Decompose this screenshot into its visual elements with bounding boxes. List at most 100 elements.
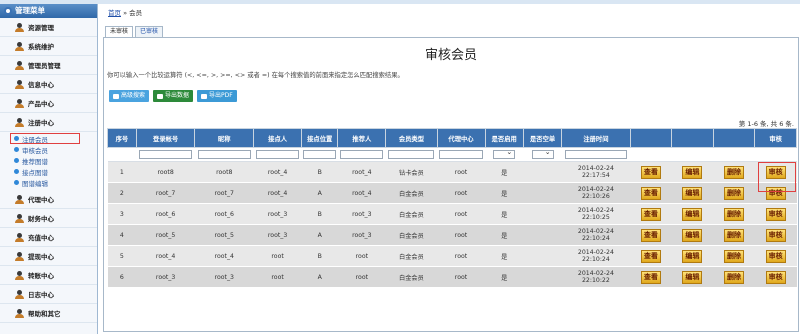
edit-button[interactable]: 编辑 bbox=[682, 249, 703, 263]
search-icon bbox=[113, 93, 119, 99]
cell-date: 2014-02-24 bbox=[577, 186, 614, 193]
cell-clock: 22:17:54 bbox=[582, 172, 610, 179]
action-cell: 查看 bbox=[630, 161, 672, 183]
sidebar-item[interactable]: 信息中心 bbox=[0, 75, 97, 94]
sidebar-item[interactable]: 财务中心 bbox=[0, 209, 97, 228]
edit-button[interactable]: 编辑 bbox=[682, 186, 703, 200]
sidebar-item[interactable]: 转账中心 bbox=[0, 266, 97, 285]
audit-button[interactable]: 审核 bbox=[765, 228, 786, 242]
view-button[interactable]: 查看 bbox=[640, 228, 661, 242]
export-data-button[interactable]: 导出数据 bbox=[153, 90, 194, 102]
cell-empty bbox=[523, 224, 562, 246]
action-cell: 查看 bbox=[630, 203, 672, 225]
nick-filter-input[interactable] bbox=[197, 150, 251, 159]
cloud-icon bbox=[201, 93, 208, 99]
cell-enabled: 是 bbox=[485, 182, 524, 204]
filter-cell bbox=[630, 147, 672, 162]
contact-filter-input[interactable] bbox=[256, 150, 300, 159]
agent-filter-input[interactable] bbox=[439, 150, 483, 159]
sidebar-item[interactable]: 管理员管理 bbox=[0, 56, 97, 75]
table-header-row: 序号 登录帐号 昵称 接点人 接点位置 推荐人 会员类型 代理中心 是否启用 是否空单 注册时间 审核 bbox=[107, 128, 797, 148]
advanced-search-button[interactable]: 高级搜索 bbox=[109, 90, 150, 102]
sidebar-sub-item[interactable]: 图谱编辑 bbox=[0, 177, 97, 188]
time-filter-input[interactable] bbox=[565, 150, 627, 159]
edit-button[interactable]: 编辑 bbox=[682, 270, 703, 284]
edit-button[interactable]: 编辑 bbox=[682, 165, 703, 179]
filter-cell bbox=[337, 147, 386, 162]
cell-contact: root_4 bbox=[253, 182, 302, 204]
sidebar-item[interactable]: 充值中心 bbox=[0, 228, 97, 247]
column-header: 登录帐号 bbox=[135, 128, 196, 148]
user-icon bbox=[15, 270, 24, 280]
delete-button[interactable]: 删除 bbox=[724, 186, 745, 200]
filter-cell bbox=[561, 147, 631, 162]
cell-contact: root_3 bbox=[253, 224, 302, 246]
view-button[interactable]: 查看 bbox=[640, 207, 661, 221]
cell-nick: root_3 bbox=[194, 266, 254, 288]
cell-pos: B bbox=[301, 161, 338, 183]
sidebar-item[interactable]: 提现中心 bbox=[0, 247, 97, 266]
position-filter-input[interactable] bbox=[303, 150, 337, 159]
sidebar-item[interactable]: 日志中心 bbox=[0, 285, 97, 304]
audit-button[interactable]: 审核 bbox=[765, 249, 786, 263]
sidebar-sub-item-label: 接点图谱 bbox=[22, 168, 48, 177]
view-button[interactable]: 查看 bbox=[640, 186, 661, 200]
breadcrumb-home-link[interactable]: 首页 bbox=[108, 9, 121, 17]
delete-button[interactable]: 删除 bbox=[724, 207, 745, 221]
table-row: 2 root_7 root_7 root_4 Aroot_4 白金会员 root 是 2014-… bbox=[107, 182, 797, 204]
action-cell: 查看 bbox=[630, 266, 672, 288]
sidebar-item[interactable]: 产品中心 bbox=[0, 94, 97, 113]
cell-empty bbox=[523, 161, 562, 183]
referrer-filter-input[interactable] bbox=[340, 150, 384, 159]
enabled-filter-select[interactable] bbox=[493, 148, 516, 159]
edit-button[interactable]: 编辑 bbox=[682, 228, 703, 242]
sidebar-item[interactable]: 代理中心 bbox=[0, 190, 97, 209]
bullet-icon bbox=[14, 169, 19, 174]
members-table: 序号 登录帐号 昵称 接点人 接点位置 推荐人 会员类型 代理中心 是否启用 是否空单 注册时间 审核 bbox=[107, 128, 797, 288]
toolbar: 高级搜索 导出数据 导出PDF bbox=[109, 90, 237, 102]
export-pdf-button[interactable]: 导出PDF bbox=[197, 90, 237, 102]
audit-button[interactable]: 审核 bbox=[765, 270, 786, 284]
sidebar-header-label: 管理菜单 bbox=[15, 6, 45, 15]
column-header: 推荐人 bbox=[337, 128, 387, 148]
cell-enabled: 是 bbox=[485, 224, 524, 246]
sidebar-sub-item[interactable]: 注册会员 bbox=[10, 133, 80, 144]
sidebar-header[interactable]: 管理菜单 bbox=[0, 4, 97, 18]
sidebar-sub-item[interactable]: 接点图谱 bbox=[0, 166, 97, 177]
cell-account: root_4 bbox=[136, 245, 195, 267]
cell-account: root_6 bbox=[136, 203, 195, 225]
table-row: 4 root_5 root_5 root_3 Aroot_3 白金会员 root 是 2014-… bbox=[107, 224, 797, 246]
sidebar-item[interactable]: 注册中心 bbox=[0, 113, 97, 132]
account-filter-input[interactable] bbox=[139, 150, 193, 159]
breadcrumb-current: 会员 bbox=[129, 9, 143, 17]
type-filter-input[interactable] bbox=[388, 150, 435, 159]
action-cell: 编辑 bbox=[671, 266, 714, 288]
cell-referrer: root_3 bbox=[337, 224, 386, 246]
sidebar-item-label: 注册中心 bbox=[28, 119, 54, 127]
sidebar-item[interactable]: 系统维护 bbox=[0, 37, 97, 56]
action-cell: 编辑 bbox=[671, 161, 714, 183]
empty-filter-select[interactable] bbox=[531, 148, 554, 159]
edit-button[interactable]: 编辑 bbox=[682, 207, 703, 221]
delete-button[interactable]: 删除 bbox=[724, 228, 745, 242]
tab-audited[interactable]: 已审核 bbox=[135, 26, 164, 37]
view-button[interactable]: 查看 bbox=[640, 165, 661, 179]
sidebar-item[interactable]: 帮助和其它 bbox=[0, 304, 97, 323]
breadcrumb: 首页 » 会员 bbox=[108, 7, 142, 17]
filter-cell bbox=[437, 147, 485, 162]
delete-button[interactable]: 删除 bbox=[724, 249, 745, 263]
cell-account: root8 bbox=[136, 161, 195, 183]
delete-button[interactable]: 删除 bbox=[724, 270, 745, 284]
sidebar-sub-item[interactable]: 推荐图谱 bbox=[0, 155, 97, 166]
tab-unaudited[interactable]: 未审核 bbox=[105, 26, 134, 37]
audit-button[interactable]: 审核 bbox=[765, 207, 786, 221]
sidebar-item[interactable]: 资源管理 bbox=[0, 18, 97, 37]
action-cell: 审核 bbox=[754, 203, 797, 225]
view-button[interactable]: 查看 bbox=[640, 270, 661, 284]
sidebar-sub-item[interactable]: 审核会员 bbox=[0, 144, 97, 155]
column-header: 会员类型 bbox=[385, 128, 438, 148]
sidebar-item-label: 财务中心 bbox=[28, 215, 54, 223]
cell-nick: root_5 bbox=[194, 224, 254, 246]
delete-button[interactable]: 删除 bbox=[724, 165, 745, 179]
view-button[interactable]: 查看 bbox=[640, 249, 661, 263]
